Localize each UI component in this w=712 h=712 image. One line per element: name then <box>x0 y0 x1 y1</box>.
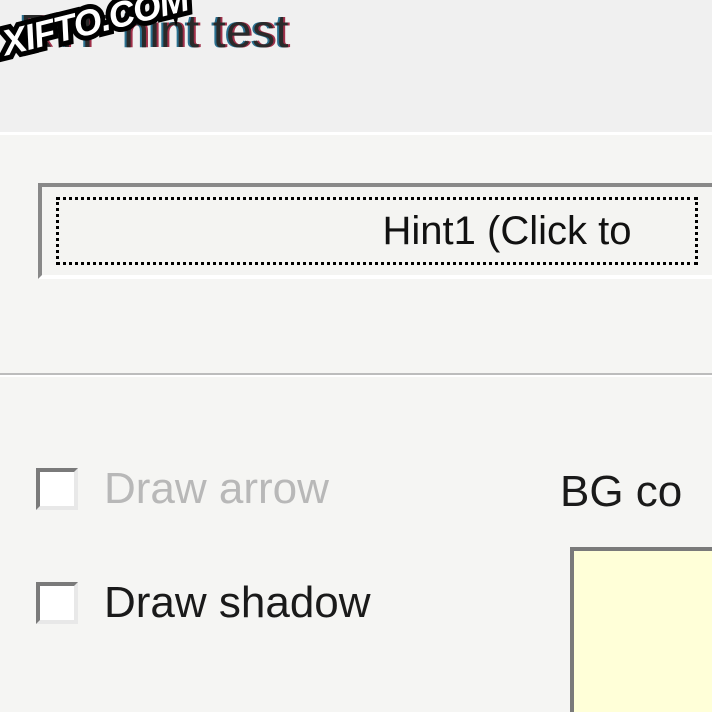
draw-arrow-checkbox[interactable] <box>36 468 78 510</box>
draw-arrow-label: Draw arrow <box>104 464 329 514</box>
bg-color-swatch[interactable] <box>570 547 712 712</box>
draw-arrow-row: Draw arrow <box>36 463 371 515</box>
draw-shadow-row: Draw shadow <box>36 577 371 629</box>
draw-shadow-label: Draw shadow <box>104 578 371 628</box>
hint1-button[interactable]: Hint1 (Click to <box>38 183 712 279</box>
main-panel: Hint1 (Click to Draw arrow Draw shadow B… <box>0 132 712 712</box>
panel-divider <box>0 373 712 377</box>
options-group: Draw arrow Draw shadow <box>36 463 371 691</box>
bg-color-label: BG co <box>560 467 682 517</box>
hint1-button-label: Hint1 (Click to <box>56 197 698 265</box>
draw-shadow-checkbox[interactable] <box>36 582 78 624</box>
